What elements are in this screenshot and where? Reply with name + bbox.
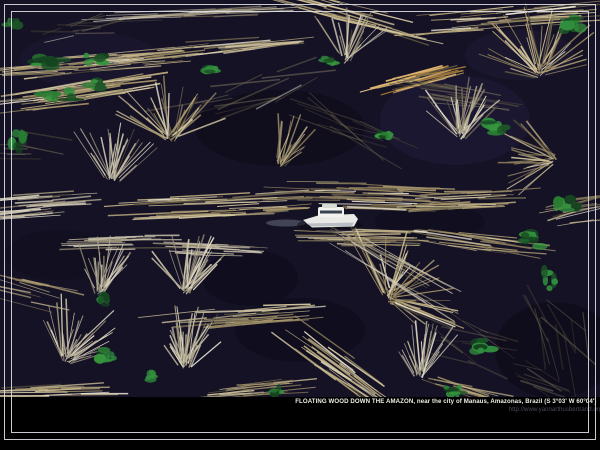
photo-caption: FLOATING WOOD DOWN THE AMAZON, near the … (296, 398, 597, 413)
photo-credit-url: http://www.yannarthusbertrand.org (296, 406, 600, 413)
caption-title-text: FLOATING WOOD DOWN THE AMAZON, near the … (296, 398, 597, 406)
amazon-log-rafts-photo (0, 0, 600, 397)
